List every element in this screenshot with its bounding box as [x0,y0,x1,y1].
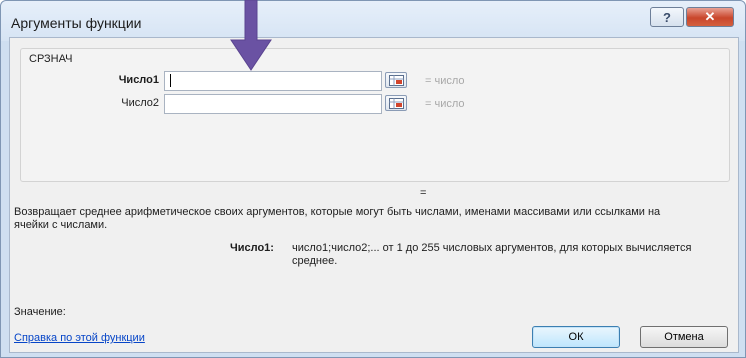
formula-result: = [420,187,427,199]
range-select-button-1[interactable] [385,72,407,88]
function-group: СРЗНАЧ Число1 = число Число2 = число [20,48,730,182]
function-arguments-dialog: Аргументы функции ? ✕ СРЗНАЧ Число1 = чи… [0,0,746,358]
value-label: Значение: [14,306,66,318]
close-button[interactable]: ✕ [686,7,734,27]
title-bar[interactable]: Аргументы функции ? ✕ [1,1,745,41]
range-select-button-2[interactable] [385,95,407,111]
cancel-button[interactable]: Отмена [640,326,728,348]
dialog-body: СРЗНАЧ Число1 = число Число2 = число = В… [9,37,739,353]
range-select-icon [389,75,404,86]
window-title: Аргументы функции [11,15,142,31]
pointer-arrow-icon [230,0,272,71]
text-caret [170,74,171,87]
arg-result-1: = число [425,75,465,87]
function-name: СРЗНАЧ [29,53,73,65]
arg-result-2: = число [425,98,465,110]
range-select-icon [389,98,404,109]
help-icon: ? [663,9,671,25]
arg-row-2: Число2 = число [21,94,729,114]
ok-button[interactable]: ОК [532,326,620,348]
arg-help-text: число1;число2;... от 1 до 255 числовых а… [292,242,692,267]
number2-input[interactable] [164,94,382,114]
function-description: Возвращает среднее арифметическое своих … [14,206,661,231]
arg-label-2: Число2 [121,97,159,109]
number1-input[interactable] [164,71,382,91]
arg-row-1: Число1 = число [21,71,729,91]
close-icon: ✕ [704,9,716,24]
function-help-link[interactable]: Справка по этой функции [14,332,145,344]
arg-label-1: Число1 [118,74,159,86]
arg-help-name: Число1: [230,242,274,254]
help-button[interactable]: ? [650,7,684,27]
